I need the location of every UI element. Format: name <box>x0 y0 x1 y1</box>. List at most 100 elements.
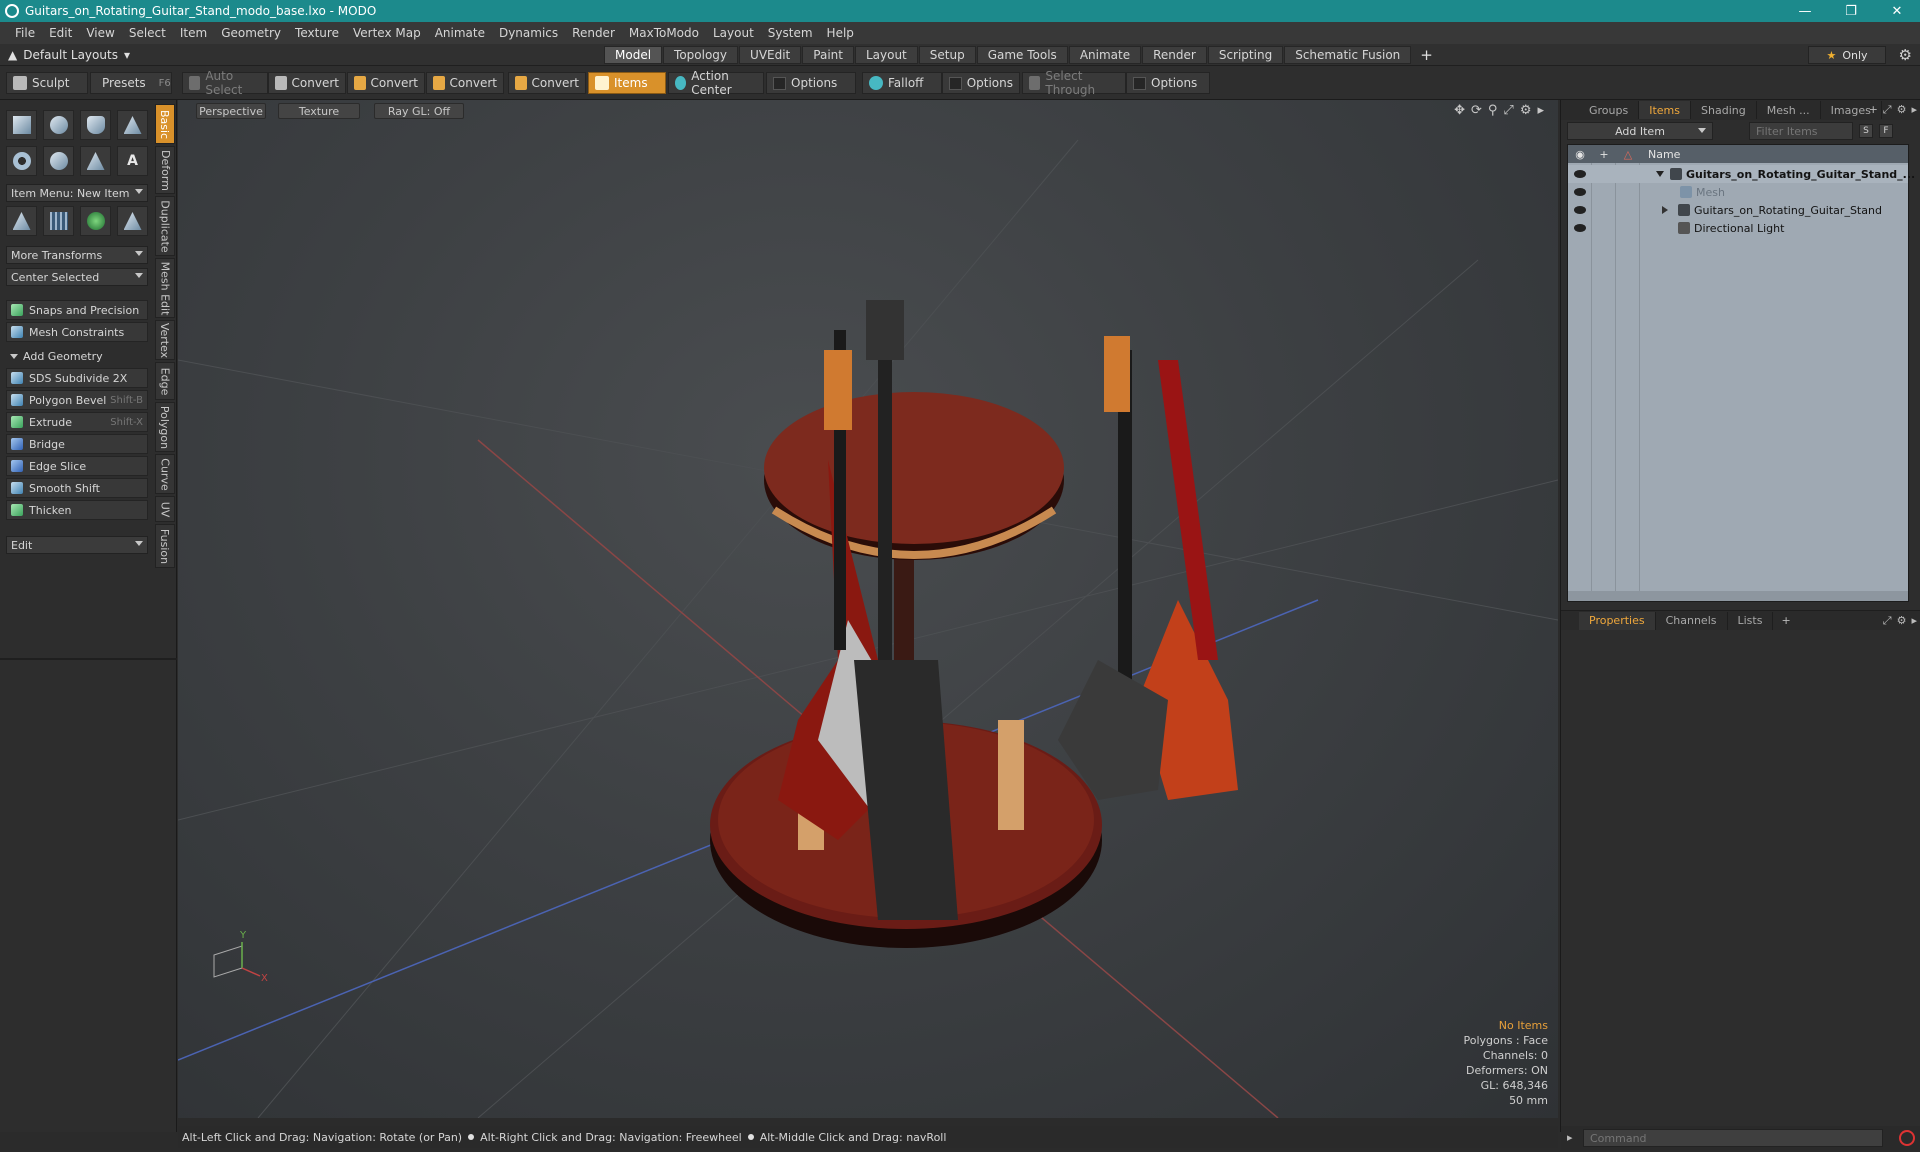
item-menu-dropdown[interactable]: Item Menu: New Item <box>6 184 148 202</box>
tab-mesh[interactable]: Mesh ... <box>1757 101 1821 119</box>
pen-tool-button[interactable] <box>80 146 111 176</box>
action-center-button[interactable]: Action Center <box>668 69 764 97</box>
menu-item[interactable]: Item <box>173 26 214 40</box>
falloff-button[interactable]: Falloff <box>862 72 942 94</box>
add-layout-tab-button[interactable]: + <box>1420 46 1433 64</box>
tab-render[interactable]: Render <box>1142 46 1207 64</box>
vtab-basic[interactable]: Basic <box>155 104 175 144</box>
tab-lists[interactable]: Lists <box>1728 611 1774 630</box>
expand-icon[interactable]: ⤢ <box>1883 614 1892 628</box>
tab-scripting[interactable]: Scripting <box>1207 46 1284 64</box>
menu-layout[interactable]: Layout <box>706 26 761 40</box>
edge-slice-button[interactable]: Edge Slice <box>6 456 148 476</box>
3d-viewport[interactable]: Y X Perspective Texture Ray GL: Off ✥ ⟳ … <box>178 100 1558 1118</box>
convert-edges-button[interactable]: Convert <box>347 72 425 94</box>
close-button[interactable]: ✕ <box>1874 0 1920 22</box>
select-through-options-button[interactable]: Options <box>1126 72 1210 94</box>
mesh-grid-button[interactable] <box>43 206 74 236</box>
default-layouts-selector[interactable]: ▲ Default Layouts ▾ <box>8 48 168 62</box>
cylinder-primitive-button[interactable] <box>80 110 111 140</box>
menu-geometry[interactable]: Geometry <box>214 26 288 40</box>
vtab-polygon[interactable]: Polygon <box>155 402 175 452</box>
snaps-precision-button[interactable]: Snaps and Precision <box>6 300 148 320</box>
lock-column-icon[interactable]: + <box>1592 148 1616 161</box>
menu-file[interactable]: File <box>8 26 42 40</box>
vtab-duplicate[interactable]: Duplicate <box>155 196 175 256</box>
panel-gear-icon[interactable]: ⚙ <box>1897 103 1907 117</box>
capsule-primitive-button[interactable] <box>43 146 74 176</box>
menu-maxtomodo[interactable]: MaxToModo <box>622 26 706 40</box>
menu-select[interactable]: Select <box>122 26 173 40</box>
tab-setup[interactable]: Setup <box>918 46 976 64</box>
falloff-options-button[interactable]: Options <box>942 72 1020 94</box>
list-item[interactable]: Guitars_on_Rotating_Guitar_Stand_... <box>1568 165 1915 183</box>
expand-arrow-icon[interactable] <box>1656 171 1664 177</box>
convert-vertices-button[interactable]: Convert <box>268 72 346 94</box>
add-tab-icon[interactable]: + <box>1781 614 1790 627</box>
menu-animate[interactable]: Animate <box>428 26 492 40</box>
view-mode-button[interactable]: Perspective <box>196 103 266 119</box>
vtab-uv[interactable]: UV <box>155 496 175 522</box>
menu-vertex-map[interactable]: Vertex Map <box>346 26 428 40</box>
panel-menu-icon[interactable]: ▸ <box>1911 103 1917 117</box>
viewport-gear-icon[interactable]: ⚙ <box>1520 103 1532 118</box>
smooth-shift-button[interactable]: Smooth Shift <box>6 478 148 498</box>
center-selected-dropdown[interactable]: Center Selected <box>6 268 148 286</box>
panel-divider[interactable] <box>0 658 177 660</box>
zoom-icon[interactable]: ⚲ <box>1488 103 1498 118</box>
list-item[interactable]: Directional Light <box>1568 219 1908 237</box>
vtab-curve[interactable]: Curve <box>155 454 175 494</box>
raygl-button[interactable]: Ray GL: Off <box>374 103 464 119</box>
tab-channels[interactable]: Channels <box>1656 611 1728 630</box>
vtab-mesh-edit[interactable]: Mesh Edit <box>155 258 175 318</box>
vtab-edge[interactable]: Edge <box>155 362 175 400</box>
maximize-button[interactable]: ❐ <box>1828 0 1874 22</box>
viewport-menu-icon[interactable]: ▸ <box>1537 103 1544 118</box>
more-transforms-dropdown[interactable]: More Transforms <box>6 246 148 264</box>
locator-button[interactable] <box>6 206 37 236</box>
list-item[interactable]: Mesh <box>1568 183 1908 201</box>
vtab-deform[interactable]: Deform <box>155 146 175 194</box>
add-geometry-section[interactable]: Add Geometry <box>6 347 148 365</box>
name-column-header[interactable]: Name <box>1640 148 1680 161</box>
expand-icon[interactable]: ⤢ <box>1883 103 1892 117</box>
only-button[interactable]: ★ Only <box>1808 46 1886 64</box>
tab-shading[interactable]: Shading <box>1691 101 1757 119</box>
pan-icon[interactable]: ✥ <box>1454 103 1465 118</box>
filter-f-button[interactable]: F <box>1879 124 1893 138</box>
eye-icon[interactable] <box>1574 206 1586 214</box>
vtab-vertex[interactable]: Vertex <box>155 320 175 360</box>
action-center-options-button[interactable]: Options <box>766 72 856 94</box>
menu-edit[interactable]: Edit <box>42 26 79 40</box>
eye-icon[interactable] <box>1574 170 1586 178</box>
polygon-bevel-button[interactable]: Polygon Bevel Shift-B <box>6 390 148 410</box>
select-through-button[interactable]: Select Through <box>1022 69 1126 97</box>
panel-gear-icon[interactable]: ⚙ <box>1897 614 1907 628</box>
shading-mode-button[interactable]: Texture <box>278 103 360 119</box>
items-mode-button[interactable]: Items <box>588 72 666 94</box>
expand-arrow-icon[interactable] <box>1662 206 1668 214</box>
filter-s-button[interactable]: S <box>1859 124 1873 138</box>
menu-texture[interactable]: Texture <box>288 26 346 40</box>
type-column-icon[interactable]: △ <box>1616 148 1640 161</box>
tab-topology[interactable]: Topology <box>663 46 739 64</box>
menu-render[interactable]: Render <box>565 26 622 40</box>
tab-items[interactable]: Items <box>1639 101 1692 119</box>
item-list-scrollbar[interactable] <box>1568 591 1908 601</box>
torus-primitive-button[interactable] <box>6 146 37 176</box>
panel-menu-icon[interactable]: ▸ <box>1911 614 1917 628</box>
menu-dynamics[interactable]: Dynamics <box>492 26 565 40</box>
edit-dropdown[interactable]: Edit <box>6 536 148 554</box>
add-tab-icon[interactable]: + <box>1869 103 1878 117</box>
list-item[interactable]: Guitars_on_Rotating_Guitar_Stand <box>1568 201 1908 219</box>
bridge-button[interactable]: Bridge <box>6 434 148 454</box>
extrude-button[interactable]: Extrude Shift-X <box>6 412 148 432</box>
minimize-button[interactable]: — <box>1782 0 1828 22</box>
tab-properties[interactable]: Properties <box>1579 611 1656 630</box>
environment-button[interactable] <box>80 206 111 236</box>
tab-paint[interactable]: Paint <box>802 46 854 64</box>
camera-button[interactable] <box>117 206 148 236</box>
tab-layout[interactable]: Layout <box>854 46 918 64</box>
menu-help[interactable]: Help <box>820 26 861 40</box>
convert-polygons-button[interactable]: Convert <box>426 72 504 94</box>
